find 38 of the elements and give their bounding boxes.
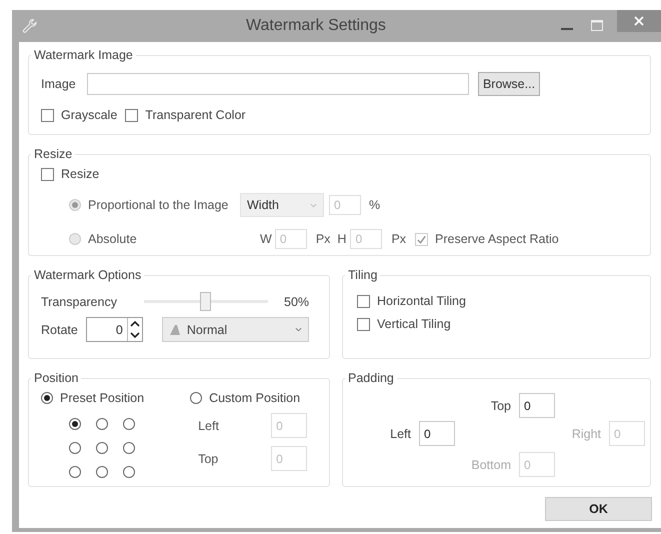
checkbox-label: Grayscale (61, 108, 118, 122)
field-label: Left (198, 418, 220, 432)
group-title: Resize (33, 147, 74, 161)
radio-label: Preset Position (60, 391, 144, 405)
group-title: Tiling (347, 268, 378, 282)
field-label: Bottom (471, 458, 511, 472)
unit-label: % (369, 198, 380, 212)
checkbox-label: Transparent Color (145, 108, 246, 122)
ok-button[interactable]: OK (545, 497, 652, 521)
field-label: Left (390, 426, 411, 440)
checkbox-label: Resize (61, 167, 100, 181)
slider-value: 50% (284, 294, 310, 308)
group-title: Watermark Options (33, 268, 142, 282)
field-label: Image (41, 77, 77, 91)
unit-label: Px (391, 232, 406, 246)
field-label: Top (490, 398, 511, 412)
checkbox-label: Preserve Aspect Ratio (435, 232, 559, 246)
checkbox-label: Vertical Tiling (377, 317, 451, 331)
blend-mode-dropdown[interactable]: Normal (162, 317, 309, 342)
rotate-spinner[interactable]: 0 (86, 317, 143, 342)
unit-label: Px (316, 232, 330, 246)
field-label: Transparency (41, 294, 118, 308)
radio-label: Absolute (88, 232, 138, 246)
radio-label: Custom Position (209, 391, 300, 405)
padding-field[interactable]: 0 (419, 421, 455, 446)
browse-button[interactable]: Browse... (478, 72, 540, 96)
group-title: Watermark Image (33, 48, 134, 62)
field-label: Top (198, 452, 220, 466)
window-title: Watermark Settings (246, 17, 386, 35)
field-label: Right (572, 426, 601, 440)
group-title: Padding (347, 371, 395, 385)
field-label: Rotate (41, 322, 78, 336)
field-label: H (337, 232, 346, 246)
checkbox-label: Horizontal Tiling (377, 294, 466, 308)
radio-label: Proportional to the Image (88, 198, 230, 212)
field-label: W (260, 232, 272, 246)
padding-field[interactable]: 0 (519, 393, 555, 418)
group-title: Position (33, 371, 80, 385)
